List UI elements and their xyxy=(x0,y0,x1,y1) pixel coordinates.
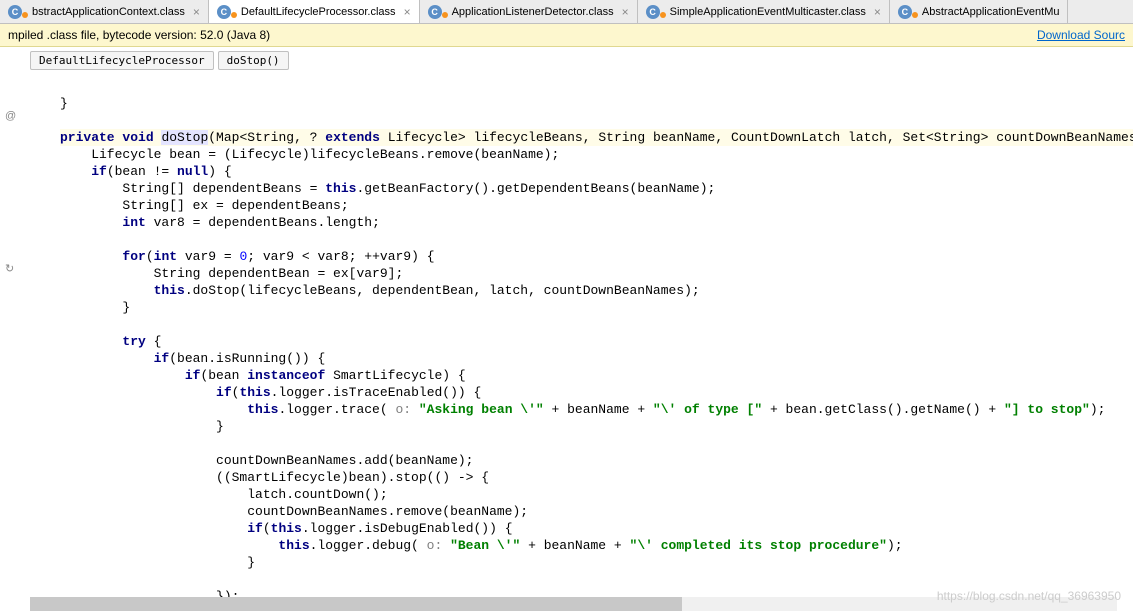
class-icon: C xyxy=(8,5,22,19)
tab-1[interactable]: C DefaultLifecycleProcessor.class × xyxy=(209,0,420,23)
recursive-gutter-icon[interactable]: ↻ xyxy=(5,262,14,275)
method-name: doStop xyxy=(161,130,208,145)
java-badge-icon xyxy=(442,12,448,18)
class-icon: C xyxy=(646,5,660,19)
code-area[interactable]: } private void doStop(Map<String, ? exte… xyxy=(30,74,1133,609)
java-badge-icon xyxy=(22,12,28,18)
java-badge-icon xyxy=(912,12,918,18)
editor-tabs: CbstractApplicationContext.class × C Defau… xyxy=(0,0,1133,24)
override-gutter-icon[interactable]: @ xyxy=(5,110,16,122)
class-icon: C xyxy=(898,5,912,19)
editor: @ ↻ } private void doStop(Map<String, ? … xyxy=(0,74,1133,609)
tab-label: ApplicationListenerDetector.class xyxy=(452,6,614,18)
java-badge-icon xyxy=(660,12,666,18)
java-badge-icon xyxy=(231,12,237,18)
breadcrumb-class[interactable]: DefaultLifecycleProcessor xyxy=(30,51,214,70)
tab-4[interactable]: C AbstractApplicationEventMu xyxy=(890,0,1069,23)
tab-3[interactable]: C SimpleApplicationEventMulticaster.class… xyxy=(638,0,890,23)
download-sources-link[interactable]: Download Sourc xyxy=(1037,28,1125,42)
close-icon[interactable]: × xyxy=(622,5,629,19)
close-icon[interactable]: × xyxy=(193,5,200,19)
class-icon: C xyxy=(428,5,442,19)
breadcrumb-method[interactable]: doStop() xyxy=(218,51,289,70)
tab-2[interactable]: C ApplicationListenerDetector.class × xyxy=(420,0,638,23)
breadcrumb: DefaultLifecycleProcessor doStop() xyxy=(0,47,1133,74)
watermark: https://blog.csdn.net/qq_36963950 xyxy=(937,589,1121,603)
tab-label: SimpleApplicationEventMulticaster.class xyxy=(670,6,866,18)
close-icon[interactable]: × xyxy=(404,5,411,19)
tab-0[interactable]: CbstractApplicationContext.class × xyxy=(0,0,209,23)
scrollbar-thumb[interactable] xyxy=(30,597,682,611)
decompile-banner: mpiled .class file, bytecode version: 52… xyxy=(0,24,1133,47)
banner-text: mpiled .class file, bytecode version: 52… xyxy=(8,28,270,42)
tab-label: DefaultLifecycleProcessor.class xyxy=(241,6,396,18)
tab-label: AbstractApplicationEventMu xyxy=(922,6,1060,18)
gutter[interactable]: @ ↻ xyxy=(0,74,30,609)
class-icon: C xyxy=(217,5,231,19)
tab-label: bstractApplicationContext.class xyxy=(32,6,185,18)
close-icon[interactable]: × xyxy=(874,5,881,19)
